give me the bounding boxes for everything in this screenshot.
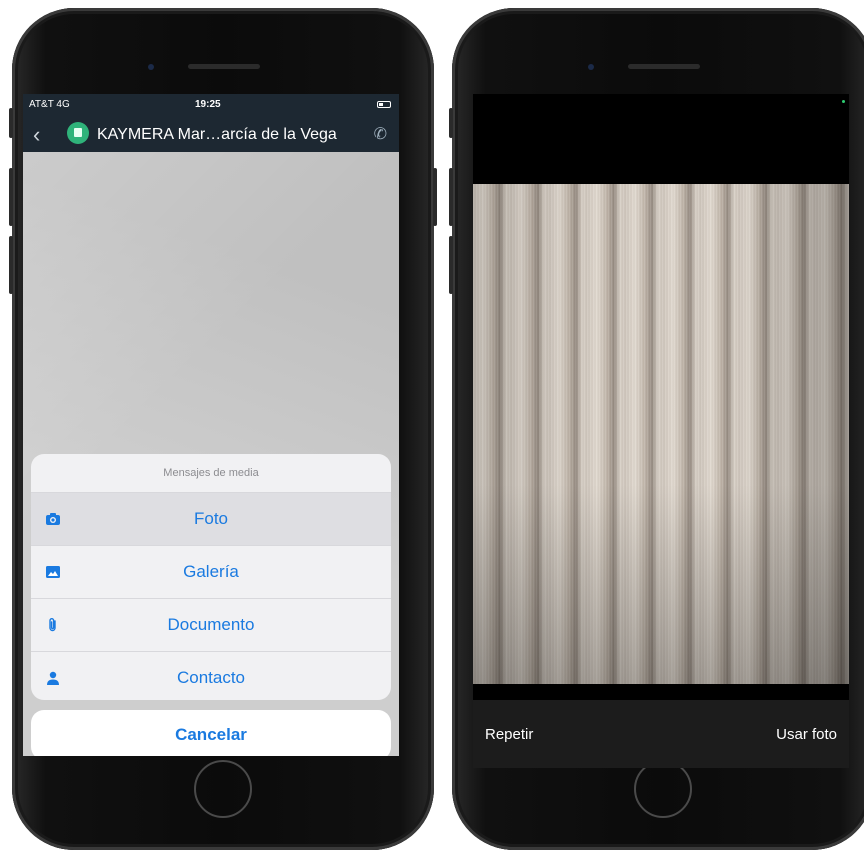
earpiece-speaker <box>188 64 260 69</box>
mute-switch <box>449 108 453 138</box>
volume-up-key <box>9 168 13 226</box>
volume-up-key <box>449 168 453 226</box>
option-foto[interactable]: Foto <box>31 493 391 546</box>
volume-down-key <box>449 236 453 294</box>
volume-down-key <box>9 236 13 294</box>
paperclip-icon <box>49 618 56 632</box>
secure-shield-icon <box>67 122 89 144</box>
front-camera <box>588 64 594 70</box>
option-label: Foto <box>193 509 229 528</box>
earpiece-speaker <box>628 64 700 69</box>
battery-icon <box>377 101 391 108</box>
chat-navbar: ‹ KAYMERA Mar…arcía de la Vega ✆ <box>23 116 399 152</box>
photo-review-bar: Repetir Usar foto <box>473 700 849 768</box>
option-label: Galería <box>183 562 239 581</box>
status-bar: AT&T 4G 19:25 <box>23 94 399 116</box>
retake-button[interactable]: Repetir <box>485 726 533 743</box>
right-screen: Repetir Usar foto <box>473 94 849 768</box>
option-label: Documento <box>167 615 255 634</box>
action-sheet-heading: Mensajes de media <box>31 454 391 493</box>
clock: 19:25 <box>195 99 221 110</box>
back-chevron-icon[interactable]: ‹ <box>33 122 40 148</box>
home-button[interactable] <box>194 760 252 818</box>
left-screen: AT&T 4G 19:25 ‹ KAYMERA Mar…arcía de la … <box>23 94 399 756</box>
front-camera <box>148 64 154 70</box>
option-contacto[interactable]: Contacto <box>31 652 391 700</box>
option-label: Contacto <box>176 668 246 687</box>
power-key <box>433 168 437 226</box>
carrier-label: AT&T 4G <box>29 99 70 110</box>
option-galeria[interactable]: Galería <box>31 546 391 599</box>
camera-in-use-indicator <box>842 100 845 103</box>
camera-icon <box>46 513 60 525</box>
media-action-sheet: Mensajes de media Foto Galería Documento <box>31 454 391 700</box>
contact-title[interactable]: KAYMERA Mar…arcía de la Vega <box>97 126 337 144</box>
option-documento[interactable]: Documento <box>31 599 391 652</box>
person-icon <box>47 671 59 685</box>
use-photo-button[interactable]: Usar foto <box>776 726 837 743</box>
phone-call-icon[interactable]: ✆ <box>374 124 387 144</box>
mute-switch <box>9 108 13 138</box>
captured-photo-preview <box>473 184 849 684</box>
home-button[interactable] <box>634 760 692 818</box>
gallery-icon <box>46 566 60 578</box>
cancel-button[interactable]: Cancelar <box>31 710 391 756</box>
